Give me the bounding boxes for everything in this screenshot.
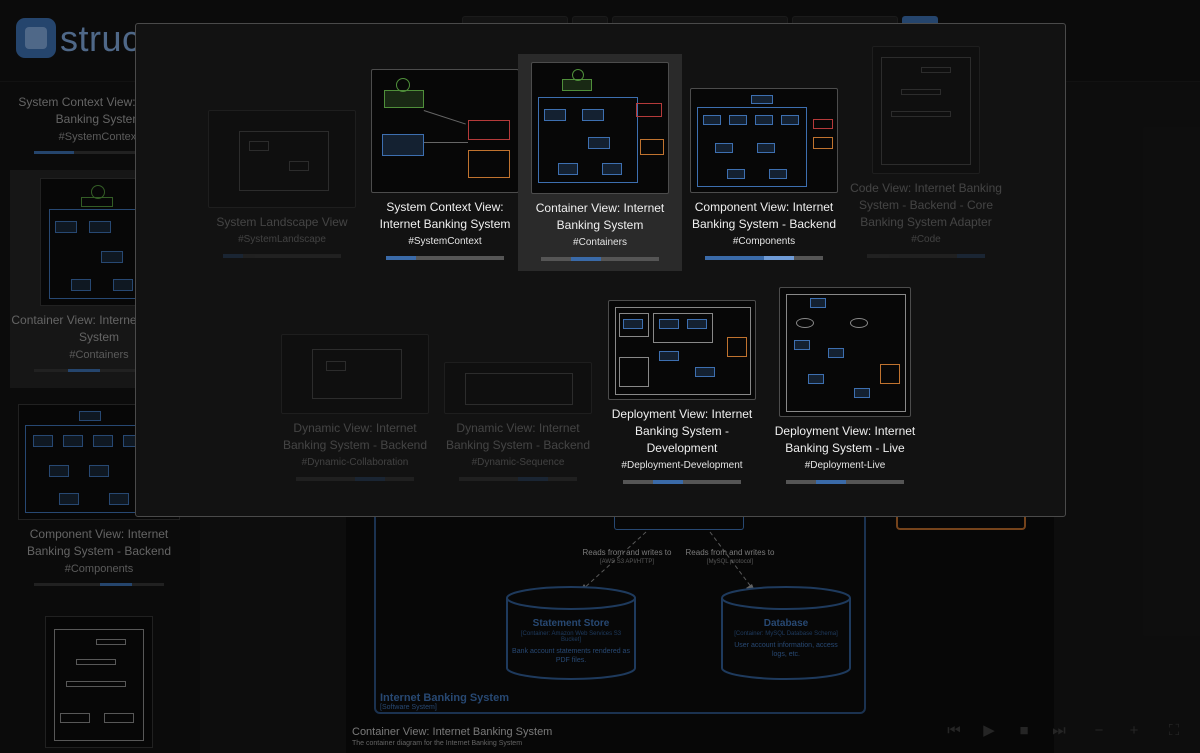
diagram-navigator-modal: System Landscape View #SystemLandscape S… <box>135 23 1066 517</box>
view-thumbnail <box>690 88 838 193</box>
view-tag: #Deployment-Development <box>621 460 743 471</box>
view-title: Dynamic View: Internet Banking System - … <box>445 421 591 452</box>
view-tag: #Dynamic-Sequence <box>471 457 565 468</box>
view-progress <box>867 254 985 258</box>
view-thumbnail <box>608 300 756 400</box>
view-thumbnail <box>779 287 911 417</box>
view-card-deployment-live[interactable]: Deployment View: Internet Banking System… <box>763 287 927 484</box>
view-progress <box>705 256 823 260</box>
view-card-code[interactable]: Code View: Internet Banking System - Bac… <box>844 46 1008 258</box>
view-card-dynamic-sequence[interactable]: Dynamic View: Internet Banking System - … <box>436 362 600 481</box>
view-progress <box>386 256 504 260</box>
view-title: System Context View: Internet Banking Sy… <box>379 200 511 231</box>
view-title: System Landscape View <box>216 215 348 229</box>
view-progress <box>223 254 341 258</box>
view-card-dynamic-collaboration[interactable]: Dynamic View: Internet Banking System - … <box>273 334 437 481</box>
view-title: Container View: Internet Banking System <box>535 201 665 232</box>
view-tag: #Containers <box>573 237 627 248</box>
view-title: Code View: Internet Banking System - Bac… <box>850 181 1002 229</box>
view-card-system-landscape[interactable]: System Landscape View #SystemLandscape <box>200 110 364 258</box>
view-thumbnail <box>444 362 592 414</box>
view-tag: #SystemLandscape <box>238 234 326 245</box>
view-title: Deployment View: Internet Banking System… <box>611 407 753 455</box>
view-tag: #SystemContext <box>408 236 482 247</box>
view-card-system-context[interactable]: System Context View: Internet Banking Sy… <box>363 69 527 260</box>
view-tag: #Components <box>732 236 796 247</box>
view-thumbnail <box>872 46 980 174</box>
view-title: Deployment View: Internet Banking System… <box>774 424 916 455</box>
view-card-containers[interactable]: Container View: Internet Banking System … <box>518 54 682 271</box>
view-progress <box>623 480 741 484</box>
view-tag: #Code <box>911 234 941 245</box>
view-tag: #Deployment-Live <box>804 460 886 471</box>
view-thumbnail <box>281 334 429 414</box>
view-card-deployment-development[interactable]: Deployment View: Internet Banking System… <box>600 300 764 484</box>
view-thumbnail <box>371 69 519 193</box>
view-progress <box>459 477 577 481</box>
view-card-components[interactable]: Component View: Internet Banking System … <box>682 88 846 260</box>
view-thumbnail <box>531 62 669 194</box>
view-progress <box>541 257 659 261</box>
view-progress <box>296 477 414 481</box>
view-title: Component View: Internet Banking System … <box>691 200 837 231</box>
view-title: Dynamic View: Internet Banking System - … <box>282 421 428 452</box>
view-thumbnail <box>208 110 356 208</box>
view-tag: #Dynamic-Collaboration <box>301 457 409 468</box>
view-progress <box>786 480 904 484</box>
